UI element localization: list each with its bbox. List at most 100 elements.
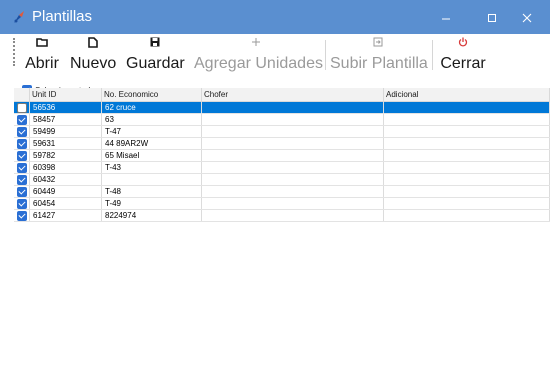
row-checkbox-cell[interactable] — [14, 198, 30, 209]
header-checkbox-column[interactable] — [14, 88, 30, 101]
cell-adicional[interactable] — [384, 138, 550, 149]
cell-chofer[interactable] — [202, 210, 384, 221]
row-checkbox-cell[interactable] — [14, 138, 30, 149]
cell-no-economico[interactable]: 8224974 — [102, 210, 202, 221]
cell-no-economico[interactable]: T-47 — [102, 126, 202, 137]
cell-chofer[interactable] — [202, 186, 384, 197]
cell-no-economico[interactable]: 63 — [102, 114, 202, 125]
table-row[interactable]: 56536 62 cruce — [14, 102, 550, 114]
checkbox-checked-icon[interactable] — [17, 187, 27, 197]
cell-adicional[interactable] — [384, 150, 550, 161]
cell-unit-id[interactable]: 60398 — [30, 162, 102, 173]
header-chofer[interactable]: Chofer — [202, 88, 384, 101]
table-row[interactable]: 59631 44 89AR2W — [14, 138, 550, 150]
cell-adicional[interactable] — [384, 210, 550, 221]
cell-no-economico[interactable]: T-49 — [102, 198, 202, 209]
row-checkbox-cell[interactable] — [14, 102, 30, 113]
abrir-label: Abrir — [25, 55, 59, 72]
cell-chofer[interactable] — [202, 198, 384, 209]
window-title: Plantillas — [32, 8, 93, 25]
table-row[interactable]: 60432 — [14, 174, 550, 186]
checkbox-checked-icon[interactable] — [17, 127, 27, 137]
cell-chofer[interactable] — [202, 126, 384, 137]
row-checkbox-cell[interactable] — [14, 210, 30, 221]
checkbox-unchecked-icon[interactable] — [17, 103, 27, 113]
cell-adicional[interactable] — [384, 186, 550, 197]
maximize-icon — [488, 14, 496, 23]
cell-no-economico[interactable]: T-43 — [102, 162, 202, 173]
close-window-button[interactable] — [504, 0, 550, 34]
cell-chofer[interactable] — [202, 150, 384, 161]
header-no-economico[interactable]: No. Economico — [102, 88, 202, 101]
checkbox-checked-icon[interactable] — [17, 199, 27, 209]
table-row[interactable]: 60449 T-48 — [14, 186, 550, 198]
table-row[interactable]: 59782 65 Misael — [14, 150, 550, 162]
toolbar-grip[interactable] — [13, 38, 16, 66]
subir-plantilla-button[interactable]: Subir Plantilla — [330, 34, 428, 74]
guardar-button[interactable]: Guardar — [126, 34, 185, 74]
table-row[interactable]: 61427 8224974 — [14, 210, 550, 222]
checkbox-checked-icon[interactable] — [17, 175, 27, 185]
nuevo-label: Nuevo — [70, 55, 117, 72]
cell-unit-id[interactable]: 59782 — [30, 150, 102, 161]
checkbox-checked-icon[interactable] — [17, 115, 27, 125]
checkbox-checked-icon[interactable] — [17, 151, 27, 161]
cell-chofer[interactable] — [202, 114, 384, 125]
header-unit-id[interactable]: Unit ID — [30, 88, 102, 101]
row-checkbox-cell[interactable] — [14, 150, 30, 161]
cell-adicional[interactable] — [384, 162, 550, 173]
cell-adicional[interactable] — [384, 102, 550, 113]
cell-no-economico[interactable]: 62 cruce — [102, 102, 202, 113]
plus-icon — [194, 37, 318, 51]
cell-no-economico[interactable]: 65 Misael — [102, 150, 202, 161]
checkbox-checked-icon[interactable] — [17, 163, 27, 173]
cerrar-label: Cerrar — [440, 55, 486, 72]
cell-unit-id[interactable]: 59499 — [30, 126, 102, 137]
abrir-button[interactable]: Abrir — [24, 34, 60, 74]
row-checkbox-cell[interactable] — [14, 186, 30, 197]
cell-adicional[interactable] — [384, 126, 550, 137]
toolbar-separator — [325, 40, 326, 70]
cell-no-economico[interactable]: 44 89AR2W — [102, 138, 202, 149]
cell-unit-id[interactable]: 58457 — [30, 114, 102, 125]
subir-plantilla-label: Subir Plantilla — [330, 55, 428, 72]
nuevo-button[interactable]: Nuevo — [70, 34, 116, 74]
cell-no-economico[interactable]: T-48 — [102, 186, 202, 197]
title-bar[interactable]: Plantillas — [0, 0, 550, 34]
units-table: Unit ID No. Economico Chofer Adicional 5… — [14, 88, 550, 258]
row-checkbox-cell[interactable] — [14, 126, 30, 137]
row-checkbox-cell[interactable] — [14, 174, 30, 185]
toolbar-separator — [432, 40, 433, 70]
cell-no-economico[interactable] — [102, 174, 202, 185]
cell-chofer[interactable] — [202, 102, 384, 113]
row-checkbox-cell[interactable] — [14, 114, 30, 125]
save-icon — [126, 37, 184, 51]
minimize-button[interactable] — [423, 0, 469, 34]
cell-adicional[interactable] — [384, 198, 550, 209]
table-row[interactable]: 58457 63 — [14, 114, 550, 126]
table-row[interactable]: 60454 T-49 — [14, 198, 550, 210]
cell-unit-id[interactable]: 60454 — [30, 198, 102, 209]
cell-adicional[interactable] — [384, 174, 550, 185]
cell-unit-id[interactable]: 61427 — [30, 210, 102, 221]
guardar-label: Guardar — [126, 55, 185, 72]
table-header: Unit ID No. Economico Chofer Adicional — [14, 88, 550, 102]
cell-unit-id[interactable]: 60449 — [30, 186, 102, 197]
checkbox-checked-icon[interactable] — [17, 211, 27, 221]
header-adicional[interactable]: Adicional — [384, 88, 550, 101]
cell-adicional[interactable] — [384, 114, 550, 125]
cell-unit-id[interactable]: 59631 — [30, 138, 102, 149]
new-file-icon — [70, 37, 116, 51]
cell-unit-id[interactable]: 60432 — [30, 174, 102, 185]
cell-chofer[interactable] — [202, 138, 384, 149]
row-checkbox-cell[interactable] — [14, 162, 30, 173]
cerrar-button[interactable]: Cerrar — [438, 34, 488, 74]
cell-chofer[interactable] — [202, 174, 384, 185]
import-icon — [330, 37, 426, 51]
cell-chofer[interactable] — [202, 162, 384, 173]
cell-unit-id[interactable]: 56536 — [30, 102, 102, 113]
agregar-unidades-button[interactable]: Agregar Unidades — [194, 34, 323, 74]
table-row[interactable]: 60398 T-43 — [14, 162, 550, 174]
table-row[interactable]: 59499 T-47 — [14, 126, 550, 138]
checkbox-checked-icon[interactable] — [17, 139, 27, 149]
